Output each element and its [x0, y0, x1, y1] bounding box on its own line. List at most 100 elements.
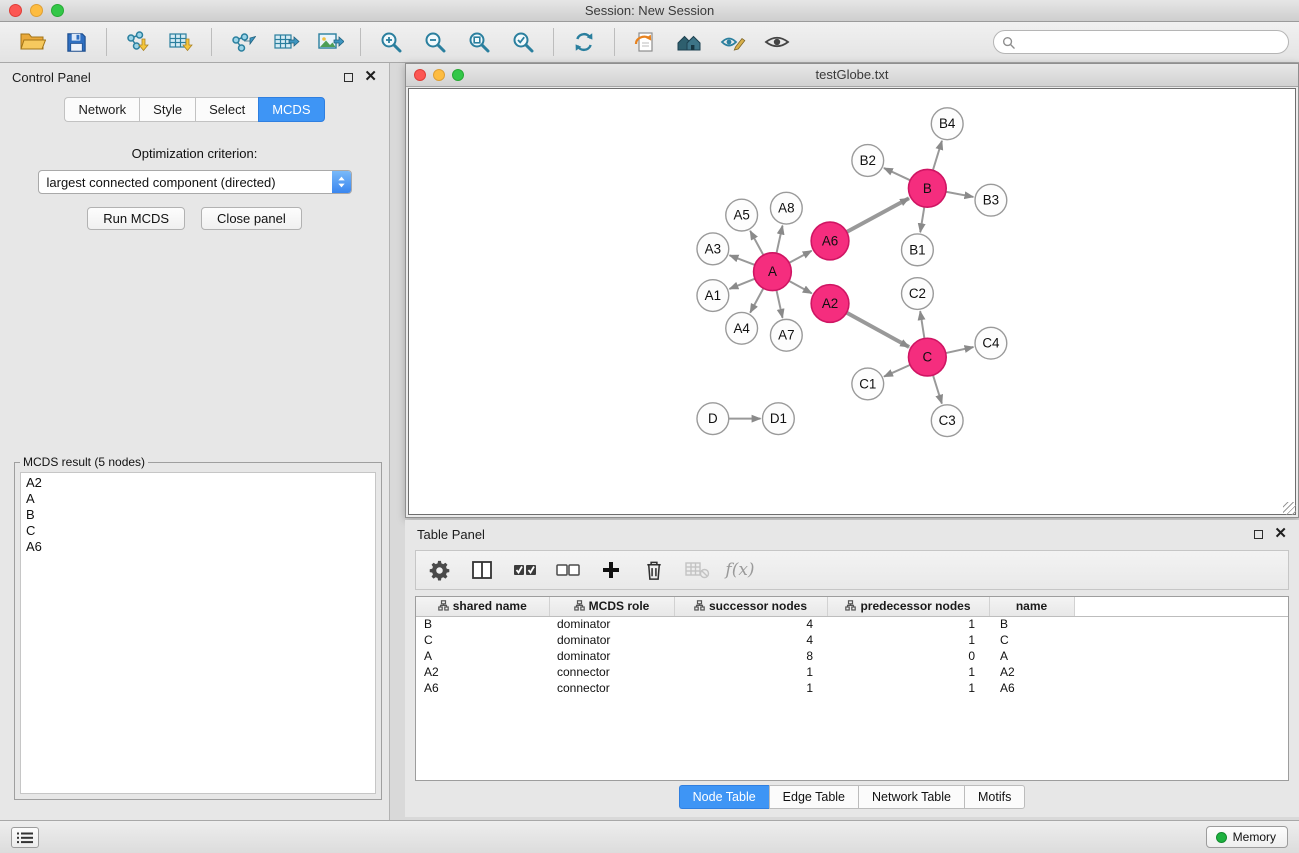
graph-edge[interactable] [776, 290, 782, 318]
graph-node-A[interactable]: A [754, 253, 792, 291]
zoom-network-window-button[interactable] [452, 69, 464, 81]
graph-edge[interactable] [847, 198, 909, 232]
tab-style[interactable]: Style [139, 97, 195, 122]
tab-network[interactable]: Network [64, 97, 139, 122]
close-panel-icon[interactable]: ✕ [364, 71, 377, 83]
export-network-button[interactable] [220, 25, 264, 59]
zoom-selected-button[interactable] [501, 25, 545, 59]
select-all-button[interactable] [512, 556, 538, 584]
graph-edge[interactable] [730, 255, 755, 265]
table-cell[interactable]: 4 [674, 616, 827, 632]
graph-node-C4[interactable]: C4 [975, 327, 1007, 359]
mcds-result-item[interactable]: A [24, 491, 372, 507]
graph-node-A1[interactable]: A1 [697, 280, 729, 312]
show-columns-button[interactable] [469, 556, 495, 584]
table-row[interactable]: A2connector11A2 [416, 664, 1288, 680]
export-table-button[interactable] [264, 25, 308, 59]
table-cell[interactable]: 1 [674, 680, 827, 696]
table-cell[interactable]: 8 [674, 648, 827, 664]
table-cell[interactable]: A [416, 648, 549, 664]
import-network-button[interactable] [115, 25, 159, 59]
graph-node-B[interactable]: B [908, 169, 946, 207]
tab-node-table[interactable]: Node Table [679, 785, 769, 809]
function-builder-button[interactable]: f(x) [727, 556, 753, 584]
graph-node-A7[interactable]: A7 [770, 319, 802, 351]
graph-edge[interactable] [933, 141, 942, 170]
import-table-button[interactable] [159, 25, 203, 59]
tab-edge-table[interactable]: Edge Table [769, 785, 858, 809]
graph-edge[interactable] [946, 192, 973, 197]
mcds-result-item[interactable]: B [24, 507, 372, 523]
zoom-window-button[interactable] [51, 4, 64, 17]
window-resize-grip[interactable] [1283, 502, 1296, 515]
table-cell[interactable]: 4 [674, 632, 827, 648]
table-cell[interactable]: A2 [416, 664, 549, 680]
network-canvas[interactable]: B4B2BB3A5A8A6B1A3AC2A1A2A4A7C4CC1C3DD1 [408, 88, 1296, 515]
add-column-button[interactable] [598, 556, 624, 584]
zoom-fit-button[interactable] [457, 25, 501, 59]
deselect-all-button[interactable] [555, 556, 581, 584]
mcds-result-item[interactable]: A6 [24, 539, 372, 555]
graph-node-A2[interactable]: A2 [811, 285, 849, 323]
graph-edge[interactable] [750, 231, 763, 255]
graph-edge[interactable] [884, 365, 910, 377]
table-cell[interactable]: 1 [827, 632, 989, 648]
mcds-result-item[interactable]: A2 [24, 475, 372, 491]
table-cell[interactable]: C [989, 632, 1074, 648]
close-network-window-button[interactable] [414, 69, 426, 81]
mcds-result-item[interactable]: C [24, 523, 372, 539]
graph-node-D[interactable]: D [697, 403, 729, 435]
optimization-criterion-select[interactable]: largest connected component (directed) [38, 170, 352, 194]
home-button[interactable] [667, 25, 711, 59]
graph-edge[interactable] [933, 375, 942, 403]
tab-select[interactable]: Select [195, 97, 258, 122]
annotation-button[interactable] [711, 25, 755, 59]
graph-node-C2[interactable]: C2 [902, 278, 934, 310]
table-row[interactable]: Adominator80A [416, 648, 1288, 664]
tab-mcds[interactable]: MCDS [258, 97, 324, 122]
table-cell[interactable]: dominator [549, 616, 674, 632]
toolbar-search-input[interactable] [1020, 35, 1280, 49]
table-row[interactable]: Cdominator41C [416, 632, 1288, 648]
graph-node-A3[interactable]: A3 [697, 233, 729, 265]
column-header-name[interactable]: name [989, 597, 1074, 616]
table-row[interactable]: A6connector11A6 [416, 680, 1288, 696]
table-cell[interactable]: 1 [827, 680, 989, 696]
table-cell[interactable]: B [416, 616, 549, 632]
graph-node-C3[interactable]: C3 [931, 405, 963, 437]
table-cell[interactable]: 0 [827, 648, 989, 664]
table-settings-button[interactable] [426, 556, 452, 584]
table-cell[interactable]: 1 [674, 664, 827, 680]
graph-node-C1[interactable]: C1 [852, 368, 884, 400]
table-cell[interactable]: A [989, 648, 1074, 664]
tab-network-table[interactable]: Network Table [858, 785, 964, 809]
table-cell[interactable]: dominator [549, 648, 674, 664]
graph-edge[interactable] [884, 168, 910, 180]
graph-node-B1[interactable]: B1 [902, 234, 934, 266]
graph-edge[interactable] [729, 279, 754, 289]
task-history-button[interactable] [11, 827, 39, 848]
refresh-button[interactable] [562, 25, 606, 59]
column-header-shared-name[interactable]: shared name [416, 597, 549, 616]
graph-node-B2[interactable]: B2 [852, 145, 884, 177]
show-hide-button[interactable] [755, 25, 799, 59]
table-row[interactable]: Bdominator41B [416, 616, 1288, 632]
graph-node-A4[interactable]: A4 [726, 312, 758, 344]
memory-button[interactable]: Memory [1206, 826, 1288, 848]
close-table-panel-icon[interactable]: ✕ [1274, 528, 1287, 540]
graph-node-B3[interactable]: B3 [975, 184, 1007, 216]
graph-edge[interactable] [920, 311, 924, 338]
graph-edge[interactable] [920, 207, 924, 232]
column-header-predecessor-nodes[interactable]: predecessor nodes [827, 597, 989, 616]
minimize-window-button[interactable] [30, 4, 43, 17]
table-cell[interactable]: connector [549, 664, 674, 680]
table-cell[interactable]: A6 [989, 680, 1074, 696]
column-header-successor-nodes[interactable]: successor nodes [674, 597, 827, 616]
graph-edge[interactable] [946, 347, 974, 353]
table-cell[interactable]: 1 [827, 664, 989, 680]
save-session-button[interactable] [54, 25, 98, 59]
table-cell[interactable]: C [416, 632, 549, 648]
float-table-panel-icon[interactable] [1254, 530, 1263, 539]
graph-node-A6[interactable]: A6 [811, 222, 849, 260]
table-cell[interactable]: A6 [416, 680, 549, 696]
